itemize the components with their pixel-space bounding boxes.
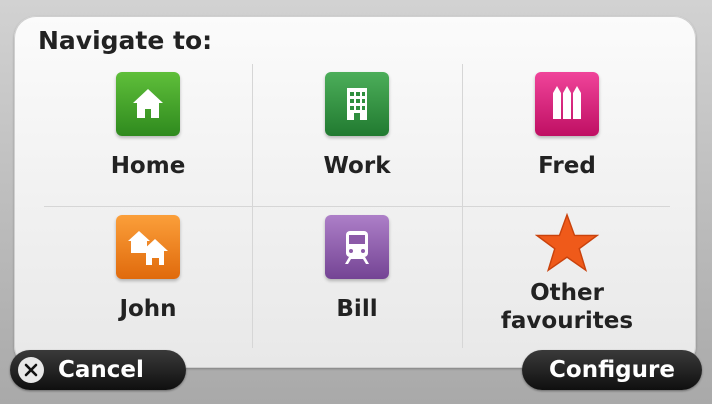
favourite-label: Bill (336, 296, 378, 322)
star-icon (535, 211, 599, 275)
favourites-grid: Home Work Fred John Bill Other favourite… (44, 64, 670, 348)
train-icon (325, 215, 389, 279)
favourite-bill[interactable]: Bill (253, 207, 461, 349)
houses-icon (116, 215, 180, 279)
close-icon (18, 357, 44, 383)
favourite-label: Fred (538, 153, 596, 179)
favourite-other-favourites[interactable]: Other favourites (463, 207, 671, 349)
favourite-label: Other favourites (500, 280, 634, 334)
page-title: Navigate to: (38, 26, 213, 55)
favourite-john[interactable]: John (44, 207, 252, 349)
pencils-icon (535, 72, 599, 136)
favourite-work[interactable]: Work (253, 64, 461, 206)
favourite-label: John (119, 296, 177, 322)
favourite-home[interactable]: Home (44, 64, 252, 206)
cancel-label: Cancel (58, 357, 144, 383)
building-icon (325, 72, 389, 136)
favourite-fred[interactable]: Fred (463, 64, 671, 206)
home-icon (116, 72, 180, 136)
device-screen: Navigate to: Home Work Fred John Bill Ot… (0, 0, 712, 404)
configure-label: Configure (549, 357, 675, 383)
favourite-label: Work (323, 153, 391, 179)
cancel-button[interactable]: Cancel (10, 350, 186, 390)
configure-button[interactable]: Configure (522, 350, 702, 390)
favourite-label: Home (110, 153, 186, 179)
